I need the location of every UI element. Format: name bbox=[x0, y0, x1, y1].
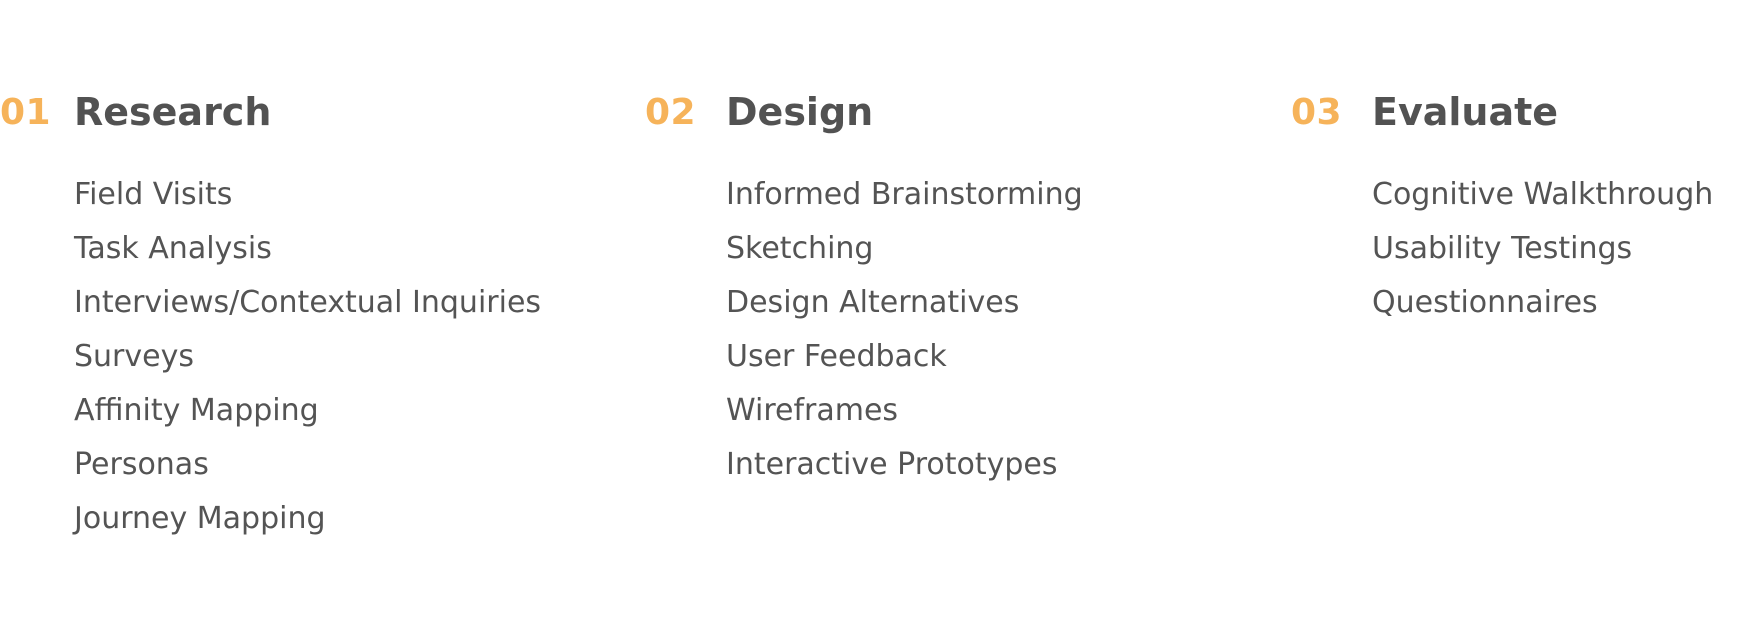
column-title: Evaluate bbox=[1372, 90, 1559, 134]
list-item: Personas bbox=[74, 447, 209, 482]
list-item: Wireframes bbox=[726, 393, 899, 428]
item-list: Field Visits Task Analysis Interviews/Co… bbox=[74, 168, 541, 546]
step-number: 03 bbox=[1291, 92, 1343, 133]
process-overview: 01 Research Field Visits Task Analysis I… bbox=[0, 0, 1742, 642]
list-item: Informed Brainstorming bbox=[726, 177, 1083, 212]
list-item: Field Visits bbox=[74, 177, 233, 212]
list-item: Surveys bbox=[74, 339, 194, 374]
step-number: 02 bbox=[645, 92, 697, 133]
list-item: Sketching bbox=[726, 231, 874, 266]
list-item: Task Analysis bbox=[74, 231, 272, 266]
list-item: Usability Testings bbox=[1372, 231, 1633, 266]
step-number: 01 bbox=[0, 92, 52, 133]
list-item: User Feedback bbox=[726, 339, 947, 374]
list-item: Design Alternatives bbox=[726, 285, 1020, 320]
list-item: Interviews/Contextual Inquiries bbox=[74, 285, 542, 320]
list-item: Journey Mapping bbox=[74, 501, 326, 536]
item-list: Cognitive Walkthrough Usability Testings… bbox=[1372, 168, 1713, 330]
column-title: Research bbox=[74, 90, 272, 134]
list-item: Questionnaires bbox=[1372, 285, 1598, 320]
item-list: Informed Brainstorming Sketching Design … bbox=[726, 168, 1083, 492]
list-item: Affinity Mapping bbox=[74, 393, 319, 428]
list-item: Interactive Prototypes bbox=[726, 447, 1058, 482]
column-title: Design bbox=[726, 90, 874, 134]
list-item: Cognitive Walkthrough bbox=[1372, 177, 1714, 212]
